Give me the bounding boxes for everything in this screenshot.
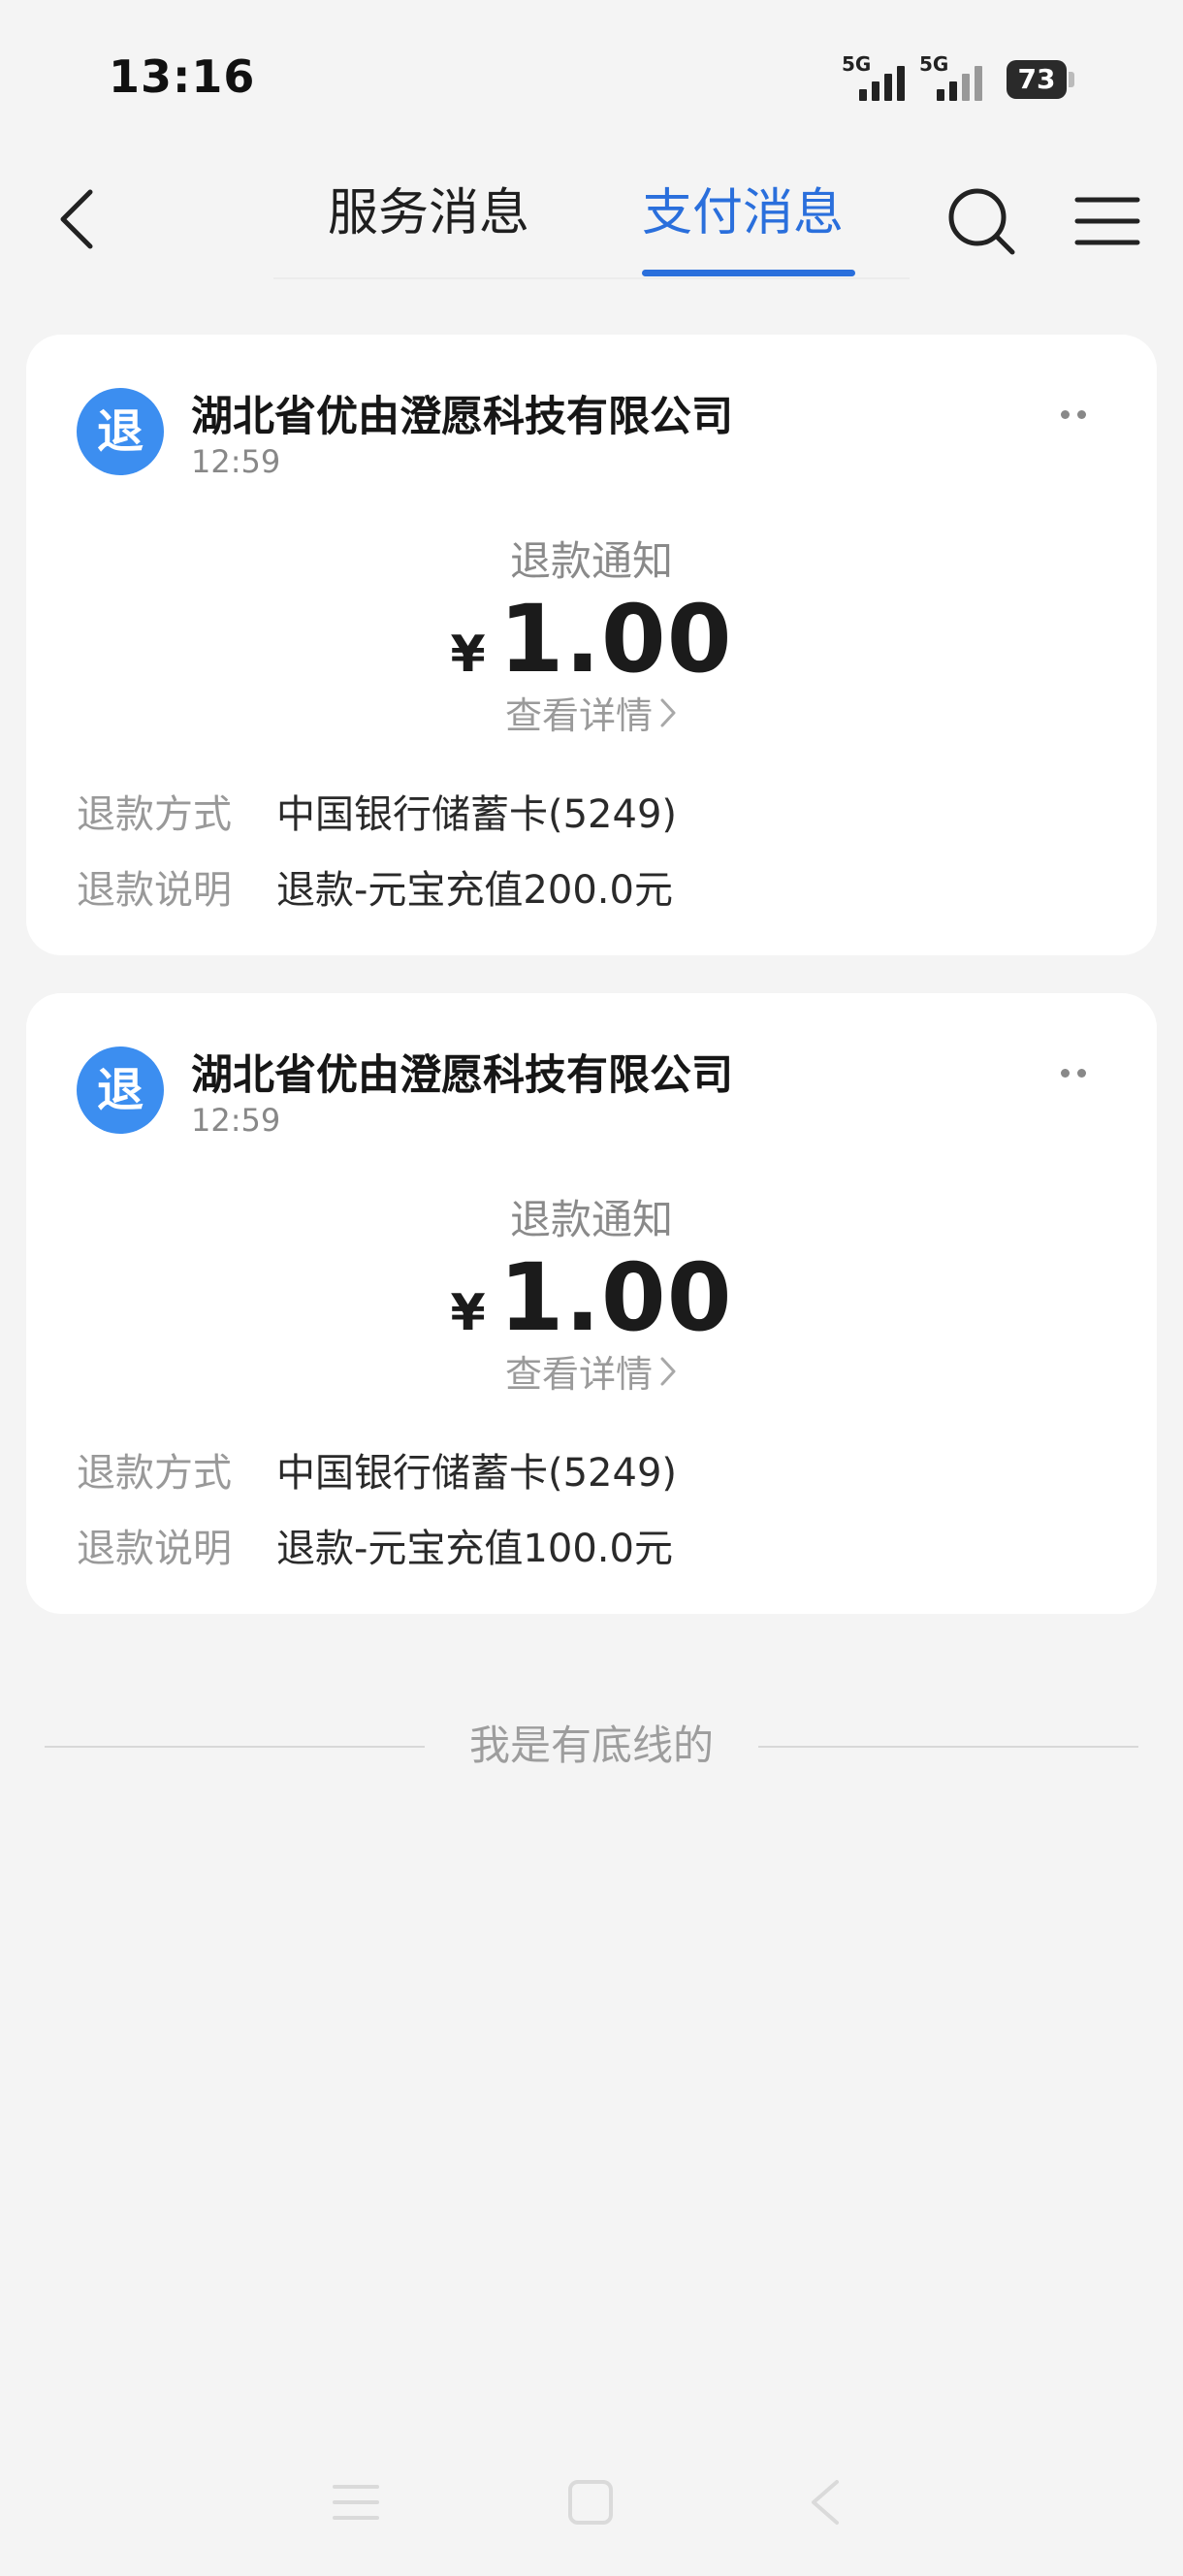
refund-method-value: 中国银行储蓄卡(5249) xyxy=(276,792,678,837)
refund-method-row: 退款方式 中国银行储蓄卡(5249) xyxy=(77,783,677,839)
more-options-button[interactable] xyxy=(1044,395,1103,434)
tab-service-messages[interactable]: 服务消息 xyxy=(328,175,529,252)
divider-line xyxy=(758,1746,1138,1748)
recent-apps-button[interactable] xyxy=(322,2473,390,2531)
refund-avatar-icon: 退 xyxy=(77,388,164,475)
refund-note-value: 退款-元宝充值100.0元 xyxy=(276,1527,673,1571)
system-back-icon xyxy=(812,2480,839,2525)
payment-messages-screen: 13:16 5G 5G 73 服务消息 支付消息 退 湖北省优由澄愿科技有限公司… xyxy=(0,0,1183,2576)
more-dot-icon xyxy=(1077,1068,1086,1078)
view-details-label: 查看详情 xyxy=(504,694,653,737)
more-dot-icon xyxy=(1061,409,1070,419)
refund-note-label: 退款说明 xyxy=(77,868,232,913)
view-details-label: 查看详情 xyxy=(504,1353,653,1396)
notice-title: 退款通知 xyxy=(509,1196,673,1243)
home-square-icon xyxy=(568,2480,613,2525)
search-icon xyxy=(948,188,1015,255)
refund-note-value: 退款-元宝充值200.0元 xyxy=(276,868,673,913)
chevron-right-icon xyxy=(660,1357,676,1385)
view-details-link[interactable]: 查看详情 xyxy=(26,686,1157,739)
merchant-name: 湖北省优由澄愿科技有限公司 xyxy=(191,1051,733,1100)
back-button[interactable] xyxy=(43,180,111,258)
currency-symbol: ¥ xyxy=(450,1284,486,1342)
currency-symbol: ¥ xyxy=(450,626,486,684)
refund-message-card[interactable]: 退 湖北省优由澄愿科技有限公司 12:59 退款通知 ¥ 1.00 查看详情 退… xyxy=(26,993,1157,1614)
refund-message-card[interactable]: 退 湖北省优由澄愿科技有限公司 12:59 退款通知 ¥ 1.00 查看详情 退… xyxy=(26,335,1157,955)
system-navigation-bar xyxy=(0,2463,1183,2541)
refund-amount: ¥ 1.00 xyxy=(26,585,1157,693)
refund-avatar-icon: 退 xyxy=(77,1046,164,1134)
search-button[interactable] xyxy=(941,180,1022,262)
refund-note-row: 退款说明 退款-元宝充值200.0元 xyxy=(77,858,673,915)
back-arrow-icon xyxy=(60,189,93,249)
recent-apps-icon xyxy=(333,2485,379,2520)
tab-payment-messages[interactable]: 支付消息 xyxy=(642,175,844,252)
tab-divider xyxy=(273,277,910,279)
refund-method-label: 退款方式 xyxy=(77,792,232,837)
view-details-link[interactable]: 查看详情 xyxy=(26,1344,1157,1398)
refund-note-row: 退款说明 退款-元宝充值100.0元 xyxy=(77,1517,673,1573)
battery-icon: 73 xyxy=(1007,60,1074,99)
active-tab-indicator xyxy=(642,270,855,276)
merchant-name: 湖北省优由澄愿科技有限公司 xyxy=(191,393,733,441)
signal-icon-2: 5G xyxy=(919,52,995,101)
refund-method-label: 退款方式 xyxy=(77,1451,232,1496)
message-time: 12:59 xyxy=(191,1102,281,1139)
status-bar: 13:16 5G 5G 73 xyxy=(0,0,1183,155)
refund-method-value: 中国银行储蓄卡(5249) xyxy=(276,1451,678,1496)
menu-icon xyxy=(1074,197,1140,245)
signal-icon-1: 5G xyxy=(842,52,917,101)
menu-button[interactable] xyxy=(1067,180,1148,262)
system-back-button[interactable] xyxy=(791,2473,859,2531)
header-nav: 服务消息 支付消息 xyxy=(0,155,1183,291)
end-of-list-indicator: 我是有底线的 xyxy=(0,1719,1183,1773)
refund-note-label: 退款说明 xyxy=(77,1527,232,1571)
message-time: 12:59 xyxy=(191,443,281,480)
more-dot-icon xyxy=(1077,409,1086,419)
battery-level: 73 xyxy=(1007,60,1067,99)
amount-value: 1.00 xyxy=(498,585,733,693)
home-button[interactable] xyxy=(557,2473,624,2531)
refund-method-row: 退款方式 中国银行储蓄卡(5249) xyxy=(77,1441,677,1497)
status-time: 13:16 xyxy=(109,50,256,103)
chevron-right-icon xyxy=(660,698,676,726)
more-dot-icon xyxy=(1061,1068,1070,1078)
refund-amount: ¥ 1.00 xyxy=(26,1243,1157,1352)
more-options-button[interactable] xyxy=(1044,1053,1103,1092)
amount-value: 1.00 xyxy=(498,1243,733,1352)
notice-title: 退款通知 xyxy=(509,537,673,585)
